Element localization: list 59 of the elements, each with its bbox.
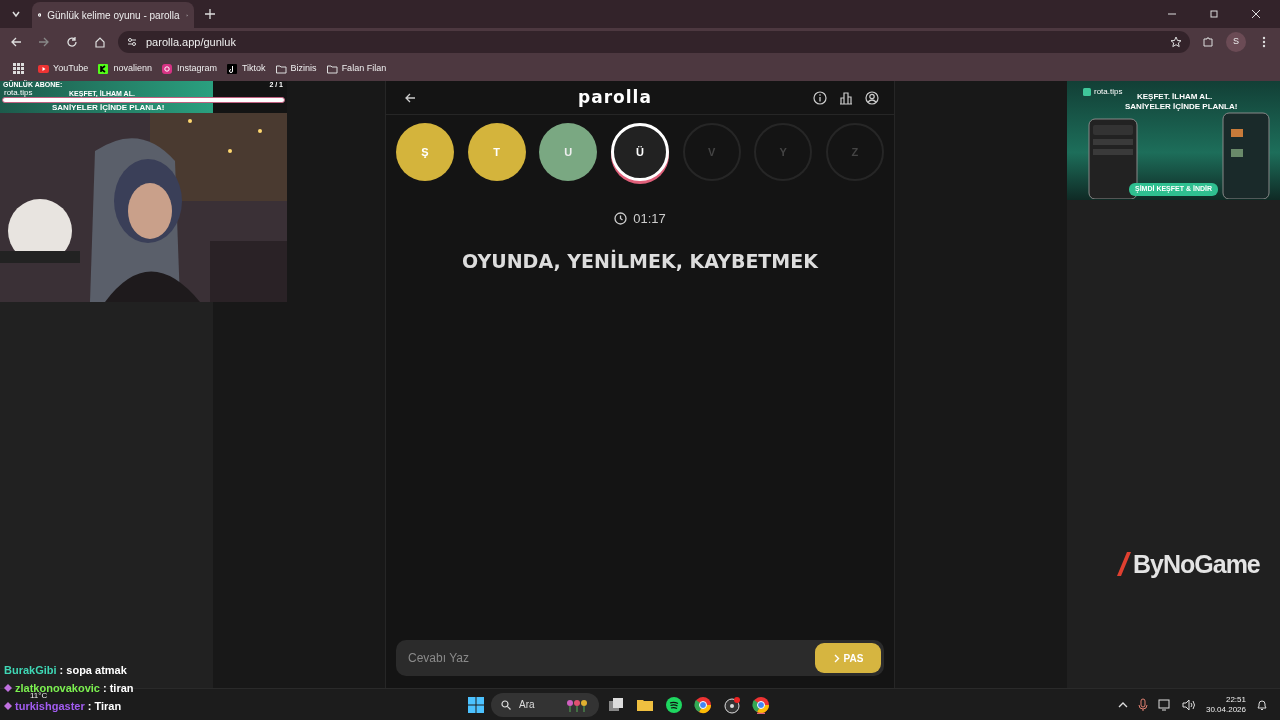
clock-time: 22:51 xyxy=(1225,694,1246,705)
timer-text: 01:17 xyxy=(633,210,666,228)
sponsor-name: ByNoGame xyxy=(1133,548,1260,580)
ad-headline: SANİYELER İÇİNDE PLANLA! xyxy=(52,104,165,112)
weather-text: 11°C xyxy=(30,692,48,700)
star-icon[interactable] xyxy=(1170,36,1182,48)
apps-icon[interactable] xyxy=(12,63,24,74)
bookmark[interactable]: Falan Filan xyxy=(326,61,387,76)
close-icon[interactable] xyxy=(1251,9,1261,19)
clock-icon xyxy=(614,212,628,226)
tab-title: Günlük kelime oyunu - parolla xyxy=(47,8,180,23)
chat-message: : Tiran xyxy=(87,700,122,712)
logo-icon xyxy=(1083,88,1091,96)
ad-headline: KEŞFET. İLHAM AL. xyxy=(1137,91,1213,103)
new-tab-icon[interactable] xyxy=(205,9,215,19)
folder-icon xyxy=(326,63,338,74)
chat-message: : sopa atmak xyxy=(59,664,127,676)
camera-icon xyxy=(161,63,173,74)
address-bar[interactable]: parolla.app/gunluk xyxy=(118,31,1190,53)
url-text: parolla.app/gunluk xyxy=(146,34,236,50)
flowers-icon xyxy=(565,697,589,712)
slash-icon xyxy=(1117,552,1131,577)
restore-icon[interactable] xyxy=(1209,9,1219,19)
taskbar-search[interactable]: Ara xyxy=(491,692,599,717)
menu-icon[interactable] xyxy=(1262,36,1266,48)
letter-circle: Ü xyxy=(610,123,669,181)
ad-brand: rota.tips xyxy=(1094,86,1123,98)
bookmark[interactable]: Instagram xyxy=(161,61,217,76)
folder-icon xyxy=(275,63,287,74)
profile-button[interactable]: S xyxy=(1226,32,1246,52)
bell-icon[interactable] xyxy=(1256,698,1268,711)
ad-headline: SANİYELER İÇİNDE PLANLA! xyxy=(1125,101,1238,113)
volume-icon[interactable] xyxy=(1181,698,1196,711)
search-label: Ara xyxy=(519,698,535,712)
chevron-up-icon[interactable] xyxy=(1117,700,1128,709)
play-icon xyxy=(38,63,49,74)
bookmark[interactable]: Tiktok xyxy=(226,61,266,76)
app-title: parolla xyxy=(578,85,652,109)
microphone-icon[interactable] xyxy=(1137,697,1148,712)
network-icon[interactable] xyxy=(1157,698,1172,711)
ad-brand: rota.tips xyxy=(4,89,33,97)
site-settings-icon[interactable] xyxy=(126,36,138,48)
chat-message: : tiran xyxy=(103,682,134,694)
clock-date: 30.04.2026 xyxy=(1205,704,1246,715)
bookmark[interactable]: YouTube xyxy=(38,61,89,76)
clue-text: OYUNDA, YENİLMEK, KAYBETMEK xyxy=(461,248,819,274)
bookmark[interactable]: Bizinis xyxy=(275,61,317,76)
bookmark[interactable]: novalienn xyxy=(98,61,152,76)
chevron-icon xyxy=(832,653,840,663)
k-logo-icon xyxy=(98,63,110,74)
letter-circle: Ş xyxy=(396,123,454,181)
chat-username: BurakGibi xyxy=(4,664,57,676)
note-icon xyxy=(226,63,238,74)
letter-circle: U xyxy=(539,123,598,181)
browser-tab[interactable]: Günlük kelime oyunu - parolla xyxy=(32,2,194,28)
search-icon xyxy=(501,699,511,710)
letter-circle: T xyxy=(467,123,526,181)
tab-list-icon[interactable] xyxy=(11,9,21,19)
chat-username: turkishgaster xyxy=(15,700,85,712)
